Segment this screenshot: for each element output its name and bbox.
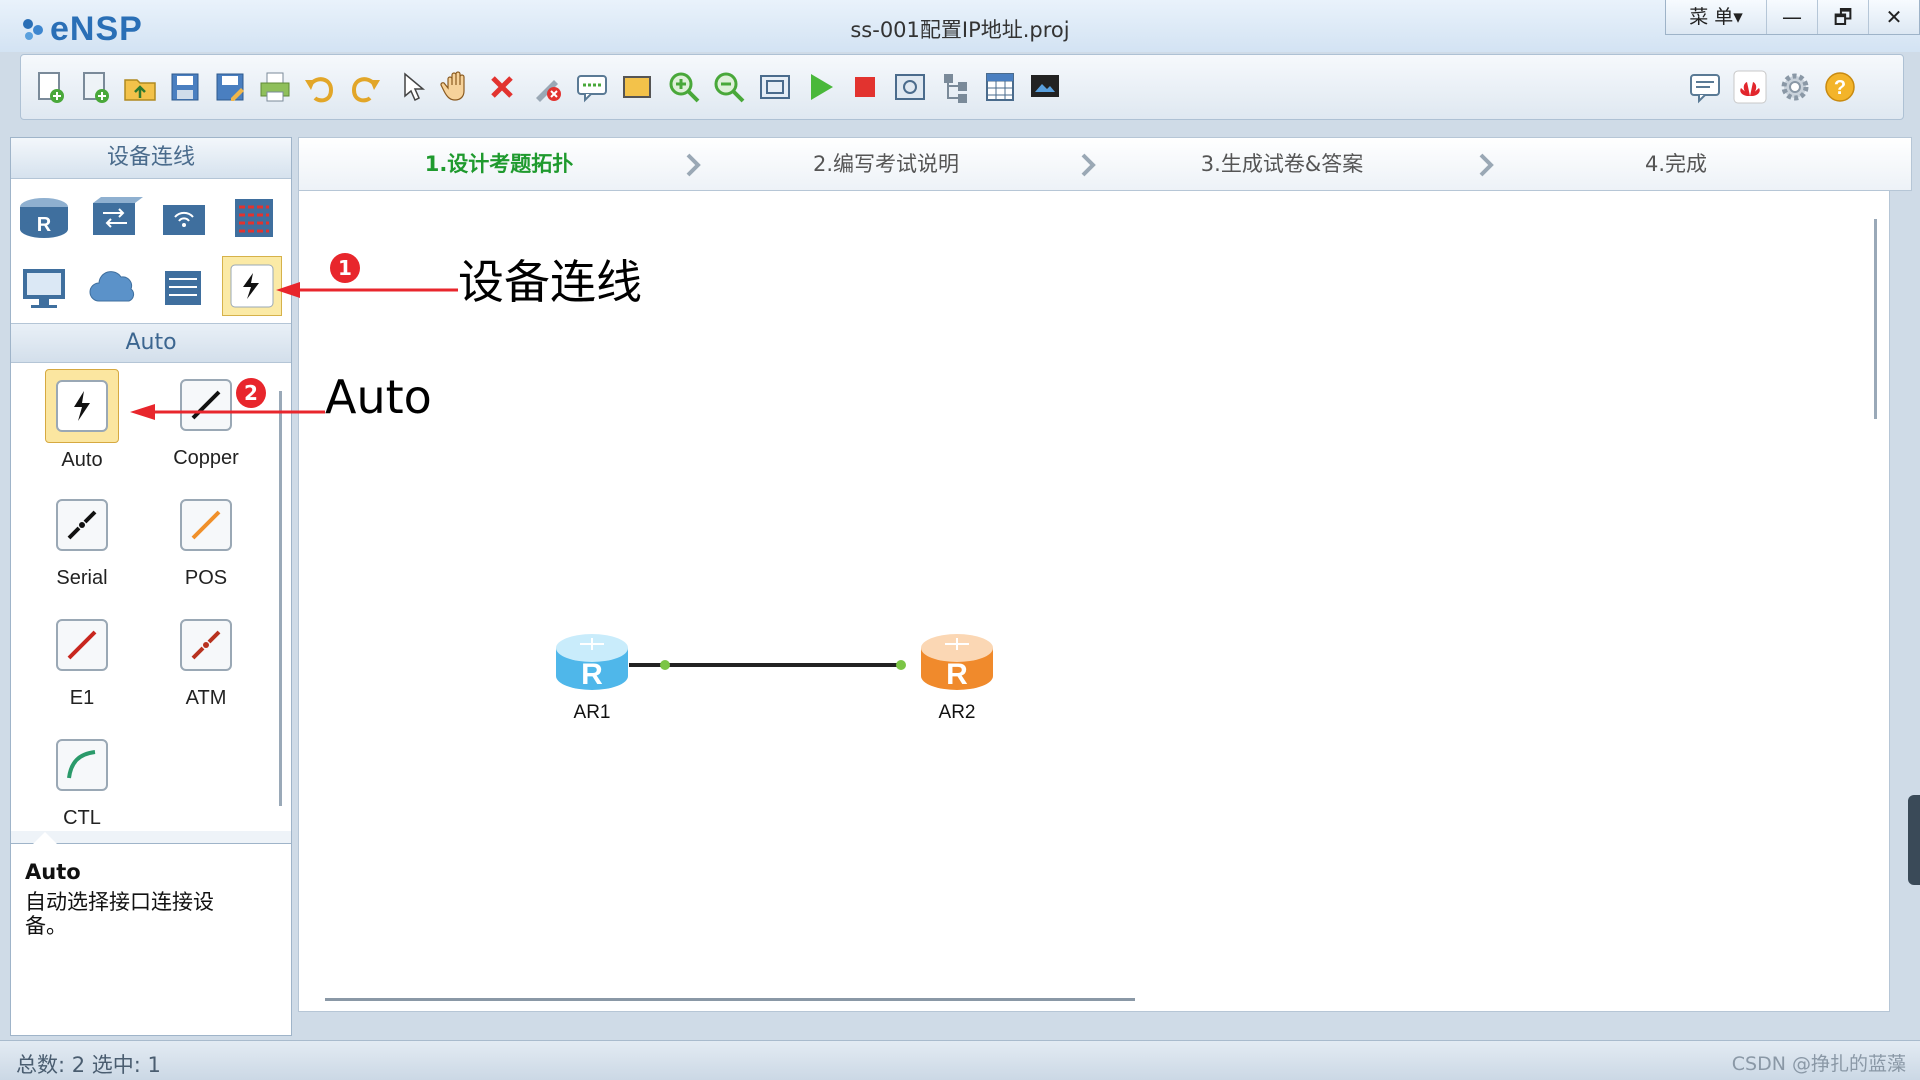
svg-text:R: R bbox=[581, 658, 603, 691]
horizontal-scrollbar[interactable] bbox=[325, 998, 1135, 1001]
annotation-label-1: 设备连线 bbox=[458, 255, 642, 309]
atm-cable-icon bbox=[170, 609, 242, 681]
text-annotation-icon[interactable] bbox=[573, 68, 611, 106]
device-category-grid: R bbox=[11, 179, 291, 324]
chevron-right-icon bbox=[686, 153, 701, 177]
undo-icon[interactable] bbox=[301, 68, 339, 106]
side-handle[interactable] bbox=[1908, 795, 1920, 885]
router-icon: R bbox=[921, 634, 993, 691]
svg-text:R: R bbox=[946, 658, 968, 691]
watermark: CSDN @挣扎的蓝藻 bbox=[1731, 1053, 1906, 1075]
zoom-in-icon[interactable] bbox=[665, 68, 703, 106]
other-device-icon[interactable] bbox=[155, 259, 213, 317]
info-tooltip: Auto 自动选择接口连接设备。 bbox=[11, 832, 291, 1035]
grid-icon[interactable] bbox=[981, 68, 1019, 106]
save-as-icon[interactable] bbox=[211, 68, 249, 106]
settings-icon[interactable] bbox=[1776, 68, 1814, 106]
wireless-icon[interactable] bbox=[155, 189, 213, 247]
serial-cable-icon bbox=[46, 489, 118, 561]
select-pointer-icon[interactable] bbox=[393, 68, 431, 106]
new-exam-icon[interactable] bbox=[76, 68, 114, 106]
pc-icon[interactable] bbox=[15, 259, 73, 317]
capture-icon[interactable] bbox=[891, 68, 929, 106]
print-icon[interactable] bbox=[256, 68, 294, 106]
delete-icon[interactable] bbox=[483, 68, 521, 106]
step-design-topology[interactable]: 1.设计考题拓扑 bbox=[359, 138, 639, 190]
link-endpoint bbox=[896, 660, 906, 670]
open-icon[interactable] bbox=[121, 68, 159, 106]
main-toolbar: ? bbox=[20, 54, 1904, 120]
window-controls: 菜 单▾ — 🗗 ✕ bbox=[1665, 0, 1920, 35]
svg-text:?: ? bbox=[1834, 77, 1846, 99]
router-icon: R bbox=[556, 634, 628, 691]
status-bar: 总数: 2 选中: 1 CSDN @挣扎的蓝藻 bbox=[0, 1040, 1920, 1080]
wizard-steps: 1.设计考题拓扑 2.编写考试说明 3.生成试卷&答案 4.完成 bbox=[298, 137, 1912, 191]
chevron-right-icon bbox=[1081, 153, 1096, 177]
router-icon[interactable]: R bbox=[15, 189, 73, 247]
start-device-icon[interactable] bbox=[801, 68, 839, 106]
link-layer bbox=[629, 660, 906, 670]
restore-button[interactable]: 🗗 bbox=[1817, 0, 1868, 34]
cable-item-pos[interactable]: POS bbox=[151, 489, 261, 590]
step-write-description[interactable]: 2.编写考试说明 bbox=[746, 138, 1026, 190]
cable-item-ctl[interactable]: CTL bbox=[27, 729, 137, 830]
device-panel-header: 设备连线 bbox=[11, 138, 291, 179]
auto-lightning-icon bbox=[45, 369, 119, 443]
info-description: 自动选择接口连接设备。 bbox=[25, 890, 214, 938]
router-node-ar1[interactable]: R AR1 bbox=[547, 626, 637, 724]
link-endpoint bbox=[660, 660, 670, 670]
huawei-icon[interactable] bbox=[1731, 68, 1769, 106]
title-bar: eNSP ss-001配置IP地址.proj 菜 单▾ — 🗗 ✕ bbox=[0, 0, 1920, 52]
window-title: ss-001配置IP地址.proj bbox=[850, 18, 1070, 42]
annotation-label-2: Auto bbox=[325, 370, 432, 424]
redo-icon[interactable] bbox=[346, 68, 384, 106]
topology-canvas[interactable]: R AR1 R AR2 bbox=[298, 190, 1890, 1012]
cable-list: Auto Copper Serial POS E1 ATM CTL bbox=[11, 363, 291, 831]
ctl-cable-icon bbox=[46, 729, 118, 801]
screen-icon[interactable] bbox=[1026, 68, 1064, 106]
annotation-badge-2: 2 bbox=[236, 378, 266, 408]
zoom-out-icon[interactable] bbox=[710, 68, 748, 106]
vertical-scrollbar[interactable] bbox=[1874, 219, 1877, 419]
pan-hand-icon[interactable] bbox=[438, 68, 476, 106]
e1-cable-icon bbox=[46, 609, 118, 681]
minimize-button[interactable]: — bbox=[1766, 0, 1817, 34]
cable-type-header: Auto bbox=[11, 324, 291, 363]
save-icon[interactable] bbox=[166, 68, 204, 106]
stop-device-icon[interactable] bbox=[846, 68, 884, 106]
info-title: Auto bbox=[25, 860, 81, 884]
cable-item-atm[interactable]: ATM bbox=[151, 609, 261, 710]
delete-link-icon[interactable] bbox=[528, 68, 566, 106]
cable-item-e1[interactable]: E1 bbox=[27, 609, 137, 710]
help-icon[interactable]: ? bbox=[1821, 68, 1859, 106]
cloud-icon[interactable] bbox=[85, 259, 143, 317]
annotation-badge-1: 1 bbox=[330, 253, 360, 283]
menu-button[interactable]: 菜 单▾ bbox=[1666, 0, 1766, 34]
cable-list-scrollbar[interactable] bbox=[279, 391, 282, 806]
chevron-right-icon bbox=[1479, 153, 1494, 177]
switch-icon[interactable] bbox=[85, 189, 143, 247]
chat-icon[interactable] bbox=[1686, 68, 1724, 106]
status-counts: 总数: 2 选中: 1 bbox=[16, 1053, 161, 1077]
new-topology-icon[interactable] bbox=[31, 68, 69, 106]
step-finish[interactable]: 4.完成 bbox=[1536, 138, 1816, 190]
tooltip-pointer bbox=[33, 832, 57, 844]
connection-icon[interactable] bbox=[222, 256, 282, 316]
rectangle-icon[interactable] bbox=[618, 68, 656, 106]
step-generate-exam[interactable]: 3.生成试卷&答案 bbox=[1142, 138, 1422, 190]
fit-view-icon[interactable] bbox=[756, 68, 794, 106]
device-panel: 设备连线 R Auto Auto Copper Serial POS E1 AT… bbox=[10, 137, 292, 1036]
pos-cable-icon bbox=[170, 489, 242, 561]
svg-text:R: R bbox=[37, 214, 52, 236]
cable-item-auto[interactable]: Auto bbox=[27, 369, 137, 472]
router-node-ar2[interactable]: R AR2 bbox=[912, 626, 1002, 724]
topology-tree-icon[interactable] bbox=[936, 68, 974, 106]
cable-item-serial[interactable]: Serial bbox=[27, 489, 137, 590]
copper-cable-icon bbox=[170, 369, 242, 441]
close-button[interactable]: ✕ bbox=[1868, 0, 1919, 34]
firewall-icon[interactable] bbox=[225, 189, 283, 247]
